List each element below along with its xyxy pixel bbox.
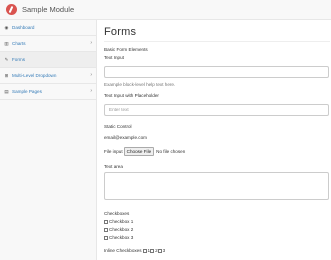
sidebar-item-sample-pages[interactable]: ▤ Sample Pages › [0, 84, 96, 100]
sidebar-item-multi-level-dropdown[interactable]: ⊞ Multi-Level Dropdown › [0, 68, 96, 84]
checkbox[interactable] [157, 248, 162, 253]
sidebar-item-label: Multi-Level Dropdown [12, 73, 57, 78]
sidebar-item-charts[interactable]: ▥ Charts › [0, 36, 96, 52]
checkboxes-label: Checkboxes [104, 211, 130, 216]
text-input[interactable] [104, 65, 329, 78]
checkbox[interactable] [104, 219, 108, 224]
edit-icon: ✎ [4, 57, 9, 62]
sitemap-icon: ⊞ [4, 73, 9, 78]
text-input-label: Text Input [104, 55, 124, 60]
sidebar-item-label: Charts [12, 41, 26, 46]
sidebar-item-forms[interactable]: ✎ Forms [0, 52, 96, 68]
inline-checkboxes-row: Inline Checkboxes 1 2 3 [104, 248, 331, 253]
checkbox[interactable] [142, 248, 147, 253]
files-icon: ▤ [4, 89, 9, 94]
sidebar-item-label: Forms [12, 57, 26, 62]
dashboard-icon: ◉ [4, 25, 9, 30]
app-logo-icon[interactable] [6, 4, 17, 15]
sidebar-item-label: Sample Pages [12, 89, 42, 94]
checkbox-label: Checkbox 2 [109, 227, 134, 232]
placeholder-input-label: Text Input with Placeholder [104, 93, 159, 98]
top-navbar: Sample Module [0, 0, 331, 20]
checkbox-row[interactable]: Checkbox 3 [104, 235, 331, 240]
sidebar-item-label: Dashboard [12, 25, 35, 30]
file-input-label: File input [104, 149, 123, 154]
checkbox-label: 3 [162, 248, 166, 253]
sidebar-item-dashboard[interactable]: ◉ Dashboard [0, 20, 96, 36]
text-area[interactable] [104, 172, 329, 200]
checkbox[interactable] [150, 248, 155, 253]
chevron-left-icon: › [90, 40, 92, 46]
checkbox-row[interactable]: Checkbox 1 [104, 219, 331, 224]
section-title: Basic Form Elements [104, 47, 148, 52]
placeholder-input[interactable] [104, 103, 329, 116]
file-status: No file chosen [156, 149, 186, 154]
chevron-left-icon: › [90, 72, 92, 78]
checkbox-label: Checkbox 3 [109, 235, 134, 240]
checkbox-label: Checkbox 1 [109, 219, 134, 224]
page-title: Forms [104, 26, 137, 38]
sidebar: ◉ Dashboard ▥ Charts › ✎ Forms ⊞ Multi-L… [0, 20, 97, 260]
help-text: Example block-level help text here. [104, 82, 176, 87]
static-control-value: email@example.com [104, 135, 147, 140]
checkbox-row[interactable]: Checkbox 2 [104, 227, 331, 232]
checkbox[interactable] [104, 235, 108, 240]
text-area-label: Text area [104, 164, 123, 169]
static-control-label: Static Control [104, 124, 132, 129]
title-divider [104, 41, 330, 42]
checkbox[interactable] [104, 227, 108, 232]
app-brand[interactable]: Sample Module [22, 5, 74, 14]
file-input-row: File input Choose File No file chosen [104, 147, 331, 156]
main-content: Forms Basic Form Elements Text Input Exa… [97, 20, 331, 260]
inline-checkboxes-label: Inline Checkboxes [104, 248, 142, 253]
choose-file-button[interactable]: Choose File [123, 147, 155, 156]
bar-chart-icon: ▥ [4, 41, 9, 46]
chevron-left-icon: › [90, 88, 92, 94]
